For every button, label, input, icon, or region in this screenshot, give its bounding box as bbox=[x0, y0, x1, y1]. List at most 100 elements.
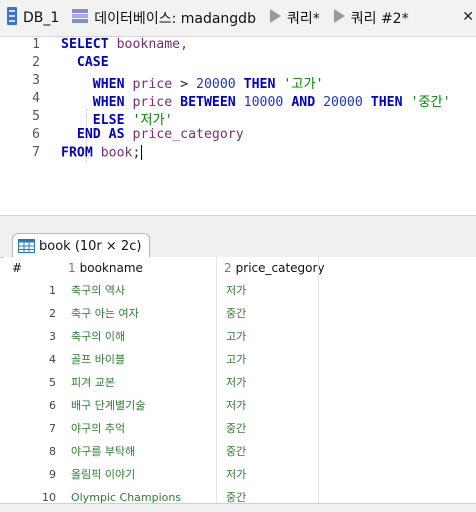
line-number: 1 bbox=[32, 37, 40, 52]
result-grid[interactable]: # 1 bookname 2 price_category 1 축구의 역사 저가 2 축구… bbox=[4, 257, 476, 503]
cell-price-category[interactable]: 저가 bbox=[226, 279, 246, 302]
results-tab-label: book (10r × 2c) bbox=[39, 238, 142, 254]
table-row[interactable]: 1 축구의 역사 저가 bbox=[4, 279, 476, 302]
sql-editor[interactable]: 1 2 3 4 5 6 7 SELECT bookname, CASE WHEN price… bbox=[0, 37, 476, 215]
tab-label: 데이터베이스: madangdb bbox=[94, 11, 256, 27]
database-icon bbox=[6, 6, 18, 30]
code-token: bookname, bbox=[116, 37, 189, 52]
code-line: CASE bbox=[61, 55, 109, 70]
cell-bookname[interactable]: 올림픽 이야기 bbox=[71, 463, 135, 486]
table-row[interactable]: 7 야구의 추억 중간 bbox=[4, 417, 476, 440]
cell-price-category[interactable]: 중간 bbox=[226, 417, 246, 440]
row-number: 10 bbox=[42, 491, 56, 503]
column-header-price-category[interactable]: 2 price_category bbox=[224, 257, 325, 279]
code-line: FROM book; bbox=[61, 145, 143, 161]
code-token: '고가' bbox=[283, 77, 324, 92]
cell-price-category[interactable]: 고가 bbox=[226, 348, 246, 371]
results-tab-bar: book (10r × 2c) bbox=[0, 229, 476, 258]
editor-tab-bar: DB_1 데이터베이스: madangdb 쿼리* 쿼리 #2* ✕ bbox=[0, 0, 476, 37]
cell-price-category[interactable]: 중간 bbox=[226, 440, 246, 463]
tab-query-2[interactable]: 쿼리 #2* bbox=[326, 0, 409, 36]
table-row[interactable]: 8 야구를 부탁해 중간 bbox=[4, 440, 476, 463]
code-line: ELSE '저가' bbox=[61, 109, 173, 128]
cell-bookname[interactable]: 축구의 역사 bbox=[71, 279, 125, 302]
row-number: 9 bbox=[49, 468, 56, 481]
code-line: END AS price_category bbox=[61, 127, 244, 142]
code-token: '저가' bbox=[132, 113, 173, 128]
table-grid-icon bbox=[18, 239, 35, 253]
line-number: 5 bbox=[32, 109, 40, 124]
line-number: 2 bbox=[32, 55, 40, 70]
table-row[interactable]: 10 Olympic Champions 중간 bbox=[4, 486, 476, 503]
line-number: 7 bbox=[32, 145, 40, 160]
tab-label: 쿼리* bbox=[286, 11, 320, 27]
table-row[interactable]: 9 올림픽 이야기 저가 bbox=[4, 463, 476, 486]
row-number: 7 bbox=[49, 422, 56, 435]
table-row[interactable]: 5 피겨 교본 저가 bbox=[4, 371, 476, 394]
code-token: SELECT bbox=[61, 37, 109, 52]
code-token: price_category bbox=[132, 127, 244, 142]
code-token: 20000 bbox=[196, 77, 236, 92]
code-line: SELECT bookname, bbox=[61, 37, 188, 52]
table-row[interactable]: 6 배구 단계별기술 저가 bbox=[4, 394, 476, 417]
line-number: 4 bbox=[32, 91, 40, 106]
code-token: 10000 bbox=[243, 95, 284, 110]
cell-price-category[interactable]: 중간 bbox=[226, 486, 246, 503]
code-token: AS bbox=[108, 127, 125, 142]
column-header-bookname[interactable]: 1 bookname bbox=[68, 257, 143, 279]
cell-bookname[interactable]: Olympic Champions bbox=[71, 486, 181, 503]
code-token: WHEN bbox=[92, 95, 125, 110]
cell-bookname[interactable]: 축구의 이해 bbox=[71, 325, 125, 348]
code-token: CASE bbox=[76, 55, 109, 70]
play-icon bbox=[332, 8, 346, 28]
cell-price-category[interactable]: 고가 bbox=[226, 325, 246, 348]
schema-icon bbox=[71, 7, 89, 29]
cell-bookname[interactable]: 배구 단계별기술 bbox=[71, 394, 145, 417]
cell-bookname[interactable]: 야구를 부탁해 bbox=[71, 440, 135, 463]
code-line: WHEN price BETWEEN 10000 AND 20000 THEN … bbox=[61, 91, 451, 110]
results-tab[interactable]: book (10r × 2c) bbox=[12, 233, 151, 258]
row-number: 5 bbox=[49, 376, 56, 389]
row-number: 8 bbox=[49, 445, 56, 458]
tab-query-1[interactable]: 쿼리* bbox=[262, 0, 326, 36]
row-number: 1 bbox=[49, 284, 56, 297]
tab-db-connection[interactable]: DB_1 bbox=[0, 0, 65, 36]
cell-price-category[interactable]: 저가 bbox=[226, 394, 246, 417]
table-row[interactable]: 3 축구의 이해 고가 bbox=[4, 325, 476, 348]
table-row[interactable]: 2 축구 아는 여자 중간 bbox=[4, 302, 476, 325]
panel-splitter[interactable] bbox=[0, 215, 476, 230]
cell-bookname[interactable]: 축구 아는 여자 bbox=[71, 302, 139, 325]
cell-bookname[interactable]: 피겨 교본 bbox=[71, 371, 115, 394]
cell-price-category[interactable]: 중간 bbox=[226, 302, 246, 325]
tab-database[interactable]: 데이터베이스: madangdb bbox=[65, 0, 262, 36]
code-token: '중간' bbox=[410, 95, 451, 110]
cell-bookname[interactable]: 골프 바이블 bbox=[71, 348, 125, 371]
row-number: 2 bbox=[49, 307, 56, 320]
code-token: ELSE bbox=[92, 113, 125, 128]
table-row[interactable]: 4 골프 바이블 고가 bbox=[4, 348, 476, 371]
cell-price-category[interactable]: 저가 bbox=[226, 463, 246, 486]
code-token: price bbox=[132, 77, 173, 92]
play-icon bbox=[268, 8, 282, 28]
code-token: 20000 bbox=[323, 95, 363, 110]
cell-price-category[interactable]: 저가 bbox=[226, 371, 246, 394]
cell-bookname[interactable]: 야구의 추억 bbox=[71, 417, 125, 440]
code-token: ; bbox=[132, 145, 141, 161]
code-token: AND bbox=[291, 95, 316, 110]
code-line: WHEN price > 20000 THEN '고가' bbox=[61, 73, 324, 92]
code-token: WHEN bbox=[92, 77, 125, 92]
code-token: END bbox=[76, 127, 101, 142]
row-number: 3 bbox=[49, 330, 56, 343]
close-icon[interactable]: ✕ bbox=[462, 9, 474, 25]
